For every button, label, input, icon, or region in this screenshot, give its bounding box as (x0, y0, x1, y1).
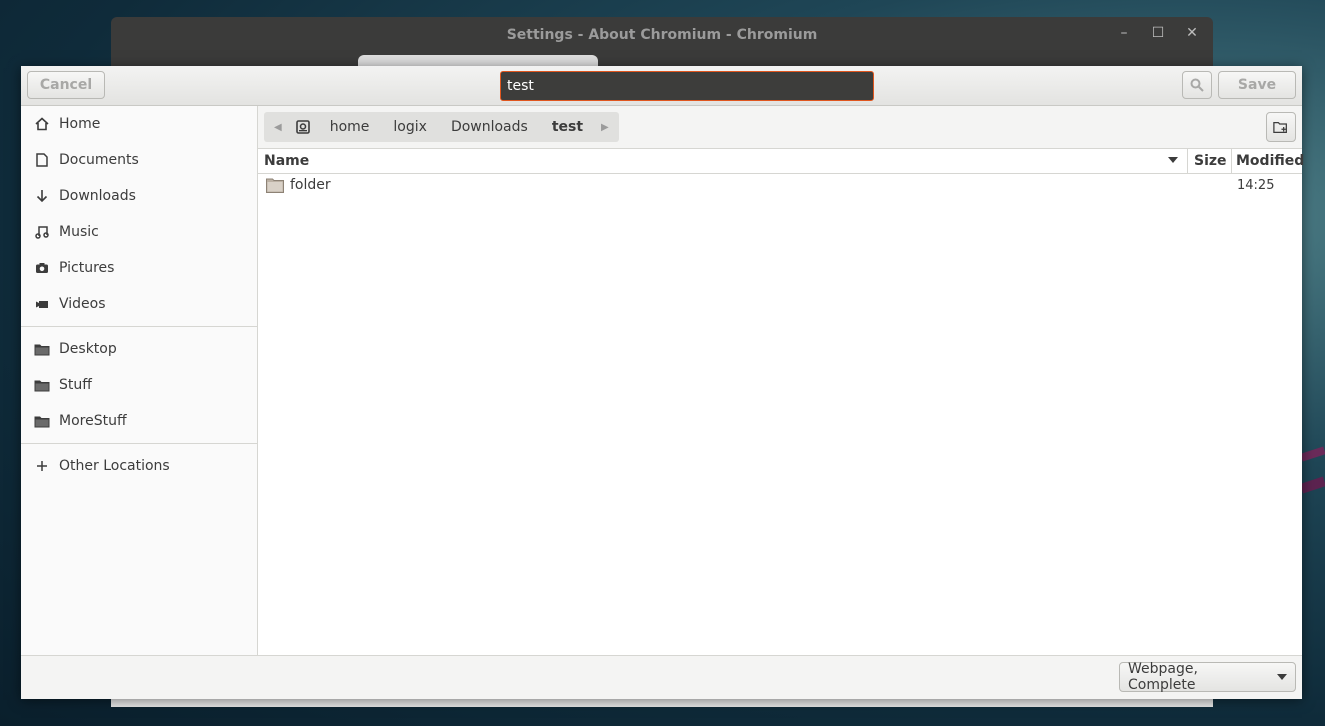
sidebar-item-label: Desktop (59, 341, 117, 357)
wallpaper-stroke (1300, 446, 1325, 462)
file-modified: 14:25 (1237, 178, 1275, 193)
folder-icon (34, 341, 50, 357)
wallpaper-stroke (1300, 476, 1325, 494)
folder-icon (34, 377, 50, 393)
chevron-down-icon (1277, 674, 1287, 680)
sidebar-item-home[interactable]: Home (21, 107, 257, 141)
new-folder-icon (1273, 121, 1287, 133)
column-header-size[interactable]: Size (1187, 149, 1231, 173)
download-arrow-icon (34, 188, 50, 204)
sidebar-item-label: Downloads (59, 188, 136, 204)
scroll-left-icon[interactable]: ◀ (268, 122, 288, 133)
file-type-dropdown[interactable]: Webpage, Complete (1119, 661, 1296, 693)
home-icon (34, 116, 50, 132)
path-bar: ◀ home logix Downloads test ▶ (258, 106, 1302, 149)
file-type-label: Webpage, Complete (1128, 661, 1198, 693)
sidebar-item-documents[interactable]: Documents (21, 143, 257, 177)
sidebar-item-label: Stuff (59, 377, 92, 393)
column-name-label: Name (264, 153, 310, 169)
table-row[interactable]: folder 14:25 (258, 174, 1302, 198)
save-button[interactable]: Save (1218, 71, 1296, 99)
music-note-icon (34, 224, 50, 240)
breadcrumb-home[interactable]: home (318, 112, 382, 142)
breadcrumb: ◀ home logix Downloads test ▶ (264, 112, 619, 142)
plus-icon (34, 458, 50, 474)
search-button[interactable] (1182, 71, 1212, 99)
sidebar-item-desktop[interactable]: Desktop (21, 332, 257, 366)
minimize-icon[interactable]: – (1115, 25, 1133, 41)
folder-icon (34, 413, 50, 429)
column-header-row: Name Size Modified (258, 149, 1305, 174)
new-folder-button[interactable] (1266, 112, 1296, 142)
column-header-name[interactable]: Name (264, 149, 1184, 173)
sidebar-item-label: Pictures (59, 260, 115, 276)
column-size-label: Size (1194, 153, 1227, 169)
sidebar-item-other-locations[interactable]: Other Locations (21, 449, 257, 483)
breadcrumb-downloads[interactable]: Downloads (439, 112, 540, 142)
file-list: Name Size Modified folder 14:25 (258, 149, 1305, 655)
filename-input[interactable] (500, 71, 874, 101)
sidebar-item-label: Home (59, 116, 101, 132)
root-drive-button[interactable] (288, 112, 318, 142)
file-name: folder (290, 177, 331, 193)
places-sidebar: Home Documents Downloads Music Pictures (21, 106, 258, 655)
breadcrumb-test[interactable]: test (540, 112, 595, 142)
sidebar-item-morestuff[interactable]: MoreStuff (21, 404, 257, 438)
close-icon[interactable]: ✕ (1183, 25, 1201, 41)
search-icon (1190, 78, 1204, 92)
sidebar-item-music[interactable]: Music (21, 215, 257, 249)
window-controls: – ☐ ✕ (1115, 25, 1201, 41)
sidebar-item-label: Videos (59, 296, 106, 312)
video-camera-icon (34, 296, 50, 312)
scroll-right-icon[interactable]: ▶ (595, 122, 615, 133)
sidebar-item-label: Music (59, 224, 99, 240)
save-file-dialog: Cancel Save Home Documents Dow (21, 66, 1305, 699)
drive-icon (295, 120, 310, 134)
sidebar-separator (21, 443, 257, 444)
sort-descending-icon (1168, 157, 1178, 163)
column-header-modified[interactable]: Modified (1231, 149, 1305, 173)
folder-icon (266, 178, 284, 193)
sidebar-item-pictures[interactable]: Pictures (21, 251, 257, 285)
document-icon (34, 152, 50, 168)
maximize-icon[interactable]: ☐ (1149, 25, 1167, 41)
sidebar-item-label: Documents (59, 152, 139, 168)
cancel-button[interactable]: Cancel (27, 71, 105, 99)
dialog-footer: Webpage, Complete (21, 655, 1302, 699)
sidebar-item-videos[interactable]: Videos (21, 287, 257, 321)
sidebar-separator (21, 326, 257, 327)
camera-icon (34, 260, 50, 276)
sidebar-item-label: MoreStuff (59, 413, 127, 429)
background-window-title: Settings - About Chromium - Chromium (506, 27, 818, 43)
sidebar-item-stuff[interactable]: Stuff (21, 368, 257, 402)
sidebar-item-label: Other Locations (59, 458, 170, 474)
dialog-headerbar: Cancel Save (21, 66, 1302, 106)
column-modified-label: Modified (1236, 153, 1305, 169)
breadcrumb-logix[interactable]: logix (381, 112, 439, 142)
sidebar-item-downloads[interactable]: Downloads (21, 179, 257, 213)
